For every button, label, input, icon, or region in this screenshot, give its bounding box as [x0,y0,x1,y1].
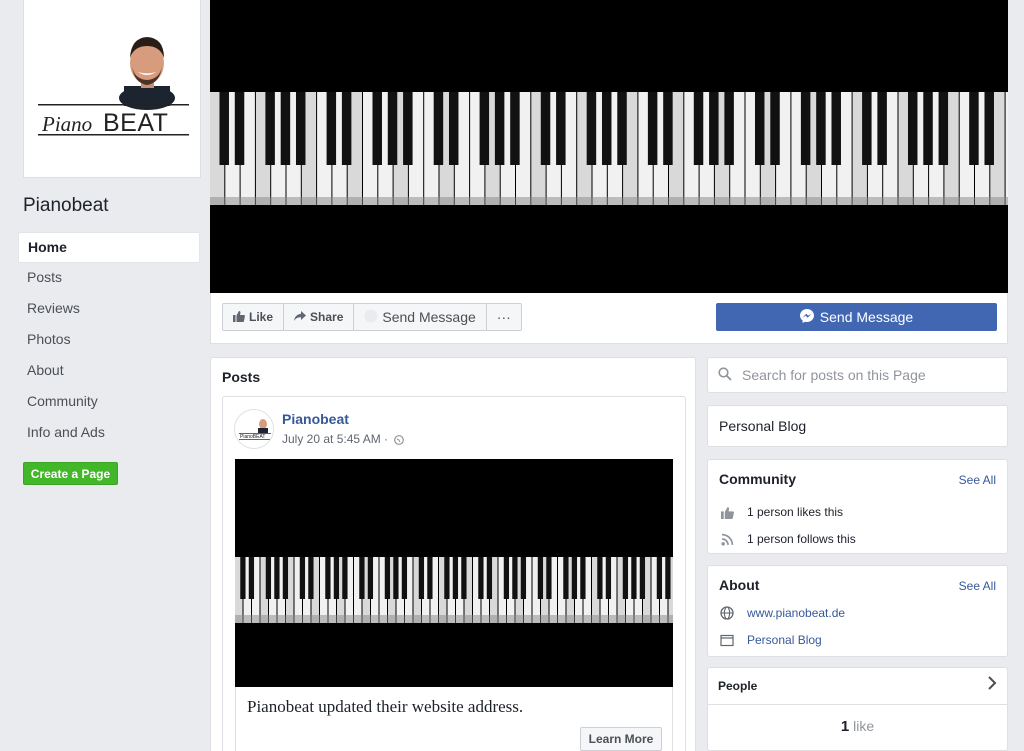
nav-item-posts[interactable]: Posts [18,263,200,294]
thumbs-up-icon [233,310,245,325]
globe-icon [719,605,735,621]
svg-text:Piano: Piano [41,112,92,136]
send-message-primary-label: Send Message [819,309,914,325]
about-category-row: Personal Blog [719,632,822,648]
people-header[interactable]: People [708,668,1007,705]
svg-text:PianoBEAT: PianoBEAT [240,434,265,440]
post-timestamp[interactable]: July 20 at 5:45 AM · [282,432,405,448]
profile-picture[interactable]: Piano BEAT [23,0,201,178]
send-message-button[interactable]: Send Message [716,303,997,331]
like-count-label: like [853,718,875,734]
community-follows-row: 1 person follows this [719,531,856,547]
community-see-all-link[interactable]: See All [959,473,996,487]
create-page-button[interactable]: Create a Page [23,462,118,485]
more-dots-icon: ··· [496,309,511,325]
globe-icon [394,434,405,448]
piano-keys-post-image [235,557,673,623]
about-website-row: www.pianobeat.de [719,605,845,621]
page-post-search[interactable]: Search for posts on this Page [707,357,1008,393]
community-card: Community See All 1 person likes this 1 … [707,459,1008,554]
chevron-right-icon [987,676,997,695]
action-button-group: Like Share Send Message ··· [222,303,522,331]
post-image[interactable] [235,459,673,687]
page-action-bar: Like Share Send Message ··· Send Message [210,293,1008,344]
search-icon [718,366,732,384]
share-arrow-icon [294,310,307,325]
more-options-button[interactable]: ··· [487,304,521,330]
like-label: Like [249,310,274,324]
send-message-secondary-button[interactable]: Send Message [354,304,487,330]
post-link-preview[interactable]: Pianobeat updated their website address.… [235,687,673,751]
messenger-icon [799,308,814,326]
people-card: People 1 like [707,667,1008,751]
post-author-name[interactable]: Pianobeat [282,411,349,427]
cover-photo[interactable] [210,0,1008,293]
post-author-avatar[interactable]: PianoBEAT [234,409,274,449]
page-folder-icon [719,632,735,648]
posts-section: Posts PianoBEAT Pianobeat July 20 at 5:4… [210,357,696,751]
about-title: About [719,577,760,593]
like-count-number: 1 [840,718,850,735]
share-label: Share [310,310,344,324]
nav-item-home[interactable]: Home [18,232,200,263]
community-likes-text: 1 person likes this [747,505,844,519]
rss-follow-icon [719,531,735,547]
posts-heading: Posts [222,369,261,385]
pianobeat-logo: Piano BEAT [24,0,200,177]
about-see-all-link[interactable]: See All [959,579,996,593]
community-follows-text: 1 person follows this [747,532,856,546]
people-title: People [718,679,758,693]
category-link[interactable]: Personal Blog [747,633,822,647]
share-button[interactable]: Share [284,304,355,330]
search-input[interactable]: Search for posts on this Page [742,367,926,383]
learn-more-button[interactable]: Learn More [580,727,662,751]
post-card: PianoBEAT Pianobeat July 20 at 5:45 AM ·… [222,396,686,751]
community-title: Community [719,471,796,487]
post-timestamp-text: July 20 at 5:45 AM · [282,432,389,446]
thumbs-up-icon [719,504,735,520]
like-button[interactable]: Like [223,304,285,330]
nav-item-reviews[interactable]: Reviews [18,294,200,325]
page-nav: Home Posts Reviews Photos About Communit… [18,232,200,449]
nav-item-info-and-ads[interactable]: Info and Ads [18,418,200,449]
nav-item-community[interactable]: Community [18,387,200,418]
website-link[interactable]: www.pianobeat.de [747,606,845,620]
nav-item-photos[interactable]: Photos [18,325,200,356]
about-card: About See All www.pianobeat.de Personal … [707,565,1008,657]
nav-item-about[interactable]: About [18,356,200,387]
page-title[interactable]: Pianobeat [23,195,109,217]
send-message-label: Send Message [382,309,476,325]
people-like-count: 1 like [708,718,1007,735]
community-likes-row: 1 person likes this [719,504,843,520]
post-link-text: Pianobeat updated their website address. [247,697,524,716]
page-category-label: Personal Blog [719,418,807,434]
svg-text:BEAT: BEAT [103,109,168,137]
piano-keys-image [210,92,1008,205]
messenger-icon [364,309,378,326]
page-category-card[interactable]: Personal Blog [707,405,1008,447]
